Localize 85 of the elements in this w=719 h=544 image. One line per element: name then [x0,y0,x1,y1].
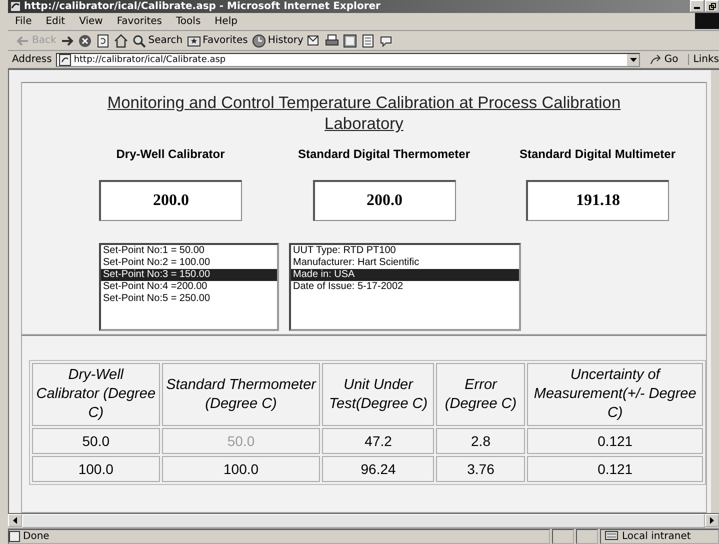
table-cell: 100.0 [162,456,320,482]
note-button[interactable] [361,34,376,48]
restore-icon [708,2,716,10]
table-cell: 47.2 [322,428,434,454]
instrument-label: Standard Digital Thermometer [298,147,470,162]
menu-item[interactable]: Favorites [110,16,170,27]
refresh-icon [96,34,110,48]
status-text: Done [8,528,550,544]
horizontal-scrollbar[interactable] [8,514,719,529]
forward-icon [60,34,74,48]
minimize-button[interactable] [690,0,704,12]
status-pane [552,528,574,544]
menu-item[interactable]: View [72,16,110,27]
reading-field: 200.0 [99,180,242,222]
stop-button[interactable] [78,34,92,48]
scroll-left-icon[interactable] [13,517,17,524]
uut-info-listbox[interactable]: UUT Type: RTD PT100 Manufacturer: Hart Scientific Made in: USA Date of Issue: 5-17-2002 [289,243,521,332]
page-icon [9,530,20,542]
discuss-icon [379,34,394,48]
menu-item[interactable]: Edit [38,16,72,27]
table-cell: 0.121 [527,456,703,482]
instrument-label: Dry-Well Calibrator [116,147,225,162]
zone-indicator: Local intranet [600,528,719,544]
table-cell: 100.0 [32,456,160,482]
network-icon [605,530,618,542]
back-icon [16,34,30,48]
setpoint-option[interactable]: Set-Point No:3 = 150.00 [101,269,277,282]
column-header: Unit Under Test(Degree C) [322,363,434,426]
table-cell: 50.0 [32,428,160,454]
address-field[interactable]: http://calibrator/ical/Calibrate.asp [56,52,640,67]
setpoint-option[interactable]: Set-Point No:4 =200.00 [101,281,277,294]
arrow-icon [650,54,662,65]
menu-item[interactable]: Tools [169,16,208,27]
favorites-icon [186,34,201,48]
address-label: Address [12,54,52,66]
setpoint-listbox[interactable]: Set-Point No:1 = 50.00 Set-Point No:2 = 100.00 Set-Point No:3 = 150.00 Set-Point No:4 =200.00 Set-Point No:5 = 250.00 [99,243,279,332]
table-cell: 50.0 [162,428,320,454]
menu-item[interactable]: Help [208,16,244,27]
search-icon [132,34,146,48]
setpoint-option[interactable]: Set-Point No:1 = 50.00 [101,245,277,258]
uut-info-option[interactable]: UUT Type: RTD PT100 [291,245,519,258]
page-icon [58,54,71,66]
print-icon [325,34,340,48]
column-header: Uncertainty of Measurement(+/- Degree C) [527,363,703,426]
setpoint-option[interactable]: Set-Point No:2 = 100.00 [101,257,277,270]
page-heading: Monitoring and Control Temperature Calibration at Process Calibration Laboratory [106,93,622,136]
caret-icon [630,58,637,62]
dropdown-button[interactable] [627,54,640,66]
menu-item[interactable]: File [8,16,39,27]
history-button[interactable]: History [252,34,304,48]
table-cell: 96.24 [322,456,434,482]
print-button[interactable] [325,34,340,48]
reading-field: 191.18 [526,180,669,222]
reading-field: 200.0 [312,180,456,222]
browser-icon [10,0,21,12]
discuss-button[interactable] [379,34,394,48]
mail-button[interactable] [307,34,322,48]
uut-info-option[interactable]: Manufacturer: Hart Scientific [291,257,519,270]
favorites-button[interactable]: Favorites [186,34,248,48]
window-title: http://calibrator/ical/Calibrate.asp - Microsoft Internet Explorer [24,0,380,12]
home-icon [114,34,128,48]
go-button[interactable]: Go [644,54,684,66]
refresh-button[interactable] [96,34,110,48]
table-cell: 3.76 [436,456,526,482]
column-header: Standard Thermometer (Degree C) [162,363,320,426]
column-header: Error (Degree C) [436,363,526,426]
table-cell: 2.8 [436,428,526,454]
scroll-right-icon[interactable] [710,517,714,524]
uut-info-option[interactable]: Made in: USA [291,269,519,282]
table-cell: 0.121 [527,428,703,454]
mail-icon [307,34,322,48]
note-icon [361,34,376,48]
history-icon [252,34,266,48]
forward-button[interactable] [60,34,74,48]
search-button[interactable]: Search [132,34,183,48]
vertical-scrollbar[interactable] [711,70,719,513]
setpoint-option[interactable]: Set-Point No:5 = 250.00 [101,293,277,306]
links-button[interactable]: Links [688,54,719,66]
instrument-label: Standard Digital Multimeter [519,147,676,162]
restore-button[interactable] [705,0,719,12]
status-pane [576,528,598,544]
uut-info-option[interactable]: Date of Issue: 5-17-2002 [291,281,519,294]
column-header: Dry-Well Calibrator (Degree C) [32,363,160,426]
stop-icon [78,34,92,48]
home-button[interactable] [114,34,128,48]
